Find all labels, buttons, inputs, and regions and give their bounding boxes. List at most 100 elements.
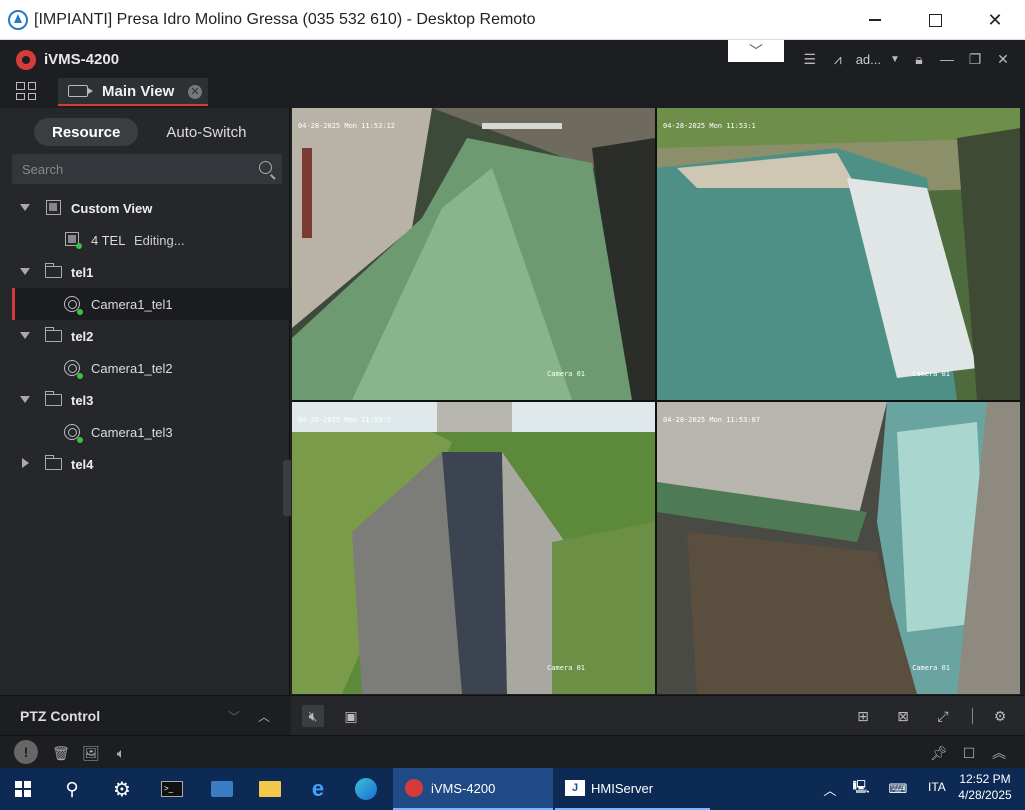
speaker-mute-icon[interactable]: 🔇︎ [302,705,324,727]
online-dot-icon [77,373,83,379]
start-button[interactable] [0,768,46,810]
search-icon[interactable]: ⚲ [50,768,94,810]
windows-taskbar: ⚲ ⚙ >_ e iVMS-4200 J HMIServer ︿ 🖳︎ ⌨ IT… [0,768,1025,810]
caret-down-icon[interactable] [20,396,30,403]
status-bar: ! 🗑︎ 🖼︎ 🔈︎ 📌︎ ☐ ︽ [0,735,1025,768]
taskbar-app-hmiserver[interactable]: J HMIServer [555,768,710,810]
app-minimize-icon[interactable]: — [933,48,961,70]
caret-right-icon[interactable] [22,458,29,468]
caret-down-icon[interactable] [20,204,30,211]
online-dot-icon [76,243,82,249]
user-menu[interactable]: ad... [852,48,885,70]
close-all-icon[interactable]: ⊠ [892,705,914,727]
connection-bar-chevron-icon[interactable]: ﹀ [728,40,784,62]
tree-item-4-tel[interactable]: 4 TEL Editing... [0,224,290,256]
pin-icon[interactable]: 📌︎ [928,742,950,764]
tree-group-custom-view[interactable]: Custom View [0,192,290,224]
app-header: iVMS-4200 ﹀ ☰ ⩘ ad... ▼ 🔒︎ — ❐ ✕ Main Vi… [0,40,1025,108]
tree-item-camera1-tel1[interactable]: Camera1_tel1 [12,288,294,320]
search-input[interactable] [12,154,252,184]
hmiserver-icon: J [565,780,585,796]
sidebar-collapse-handle[interactable] [283,460,291,516]
caret-down-icon[interactable] [20,332,30,339]
osd-camera-name: Camera 01 [547,664,585,672]
video-tile-2[interactable]: 04-28-2025 Mon 11:53:1 Camera 01 [657,108,1020,400]
remote-desktop-titlebar: [IMPIANTI] Presa Idro Molino Gressa (035… [0,0,1025,40]
editing-status: Editing... [134,232,185,248]
osd-timestamp: 04-28-2025 Mon 11:53:07 [663,416,760,424]
video-tile-4[interactable]: 04-28-2025 Mon 11:53:07 Camera 01 [657,402,1020,694]
close-icon[interactable]: ✕ [965,0,1025,40]
chevron-up-icon[interactable]: ︿ [258,708,270,725]
minimize-icon[interactable] [845,0,905,40]
caret-down-icon[interactable] [20,268,30,275]
tree-label: 4 TEL [91,232,126,248]
folder-icon [44,327,62,342]
ptz-control-panel[interactable]: PTZ Control ﹀ ︿ [0,695,290,735]
resource-sidebar: Resource Auto-Switch Custom View 4 TEL E… [0,108,294,735]
app-close-icon[interactable]: ✕ [989,48,1017,70]
taskbar-app-label: HMIServer [591,780,654,796]
save-icon[interactable]: ▣ [340,705,362,727]
ivms-logo-icon [405,779,423,797]
tree-label: tel2 [71,328,94,344]
edge-icon[interactable] [344,768,388,810]
image-icon[interactable]: 🖼︎ [80,742,102,764]
maximize-icon[interactable] [905,0,965,40]
network-icon[interactable]: 🖳︎ [848,768,874,810]
tree-label: tel3 [71,392,94,408]
osd-timestamp: 04-28-2025 Mon 11:53:? [298,416,391,424]
expand-up-icon[interactable]: ︽ [988,742,1010,764]
tree-group-tel4[interactable]: tel4 [0,448,290,480]
settings-gear-icon[interactable]: ⚙ [989,705,1011,727]
segment-auto-switch[interactable]: Auto-Switch [148,118,264,146]
app-name: iVMS-4200 [44,51,120,68]
folder-icon [44,391,62,406]
file-explorer-icon[interactable] [248,768,292,810]
alarm-warning-icon[interactable]: ! [14,740,38,764]
tray-clock[interactable]: 12:52 PM 4/28/2025 [955,771,1015,803]
chevron-down-icon[interactable]: ﹀ [228,708,240,725]
keyboard-icon[interactable]: ⌨ [884,768,912,810]
tab-main-view[interactable]: Main View ✕ [58,78,208,106]
tree-item-camera1-tel3[interactable]: Camera1_tel3 [0,416,290,448]
terminal-icon[interactable]: >_ [150,768,194,810]
folder-icon [44,263,62,278]
tree-item-camera1-tel2[interactable]: Camera1_tel2 [0,352,290,384]
window-division-icon[interactable]: ⊞ [852,705,874,727]
video-tile-3[interactable]: 04-28-2025 Mon 11:53:? Camera 01 [292,402,655,694]
camera-icon [64,360,83,379]
window-icon[interactable]: ☐ [958,742,980,764]
chevron-down-icon[interactable]: ▼ [885,48,905,70]
search-icon[interactable] [259,161,272,174]
camera-feed-gate [657,402,1020,694]
trash-icon[interactable]: 🗑︎ [50,742,72,764]
tab-close-icon[interactable]: ✕ [188,85,202,99]
app-restore-icon[interactable]: ❐ [961,48,989,70]
sidebar-segments: Resource Auto-Switch [34,118,264,146]
tree-label: Custom View [71,200,153,216]
tree-group-tel2[interactable]: tel2 [0,320,290,352]
camera-feed-canal [292,108,655,400]
folder-icon [44,455,62,470]
audio-off-icon[interactable]: 🔈︎ [110,742,132,764]
list-icon[interactable]: ☰ [796,48,824,70]
remote-desktop-icon [8,9,28,30]
server-manager-icon[interactable] [200,768,244,810]
tree-group-tel1[interactable]: tel1 [0,256,290,288]
internet-explorer-icon[interactable]: e [296,768,340,810]
fullscreen-icon[interactable]: ⤢ [932,705,954,727]
activity-monitor-icon[interactable]: ⩘ [824,48,852,70]
camera-feed-channel [292,402,655,694]
view-icon [65,232,82,249]
input-language[interactable]: ITA [928,780,946,794]
settings-icon[interactable]: ⚙ [100,768,144,810]
taskbar-app-ivms[interactable]: iVMS-4200 [393,768,553,810]
video-tile-1[interactable]: 04-28-2025 Mon 11:53:12 Camera 01 [292,108,655,400]
lock-icon[interactable]: 🔒︎ [905,48,933,70]
tray-chevron-up-icon[interactable]: ︿ [818,768,842,810]
online-dot-icon [77,437,83,443]
module-grid-icon[interactable] [16,82,36,100]
tree-group-tel3[interactable]: tel3 [0,384,290,416]
segment-resource[interactable]: Resource [34,118,139,146]
